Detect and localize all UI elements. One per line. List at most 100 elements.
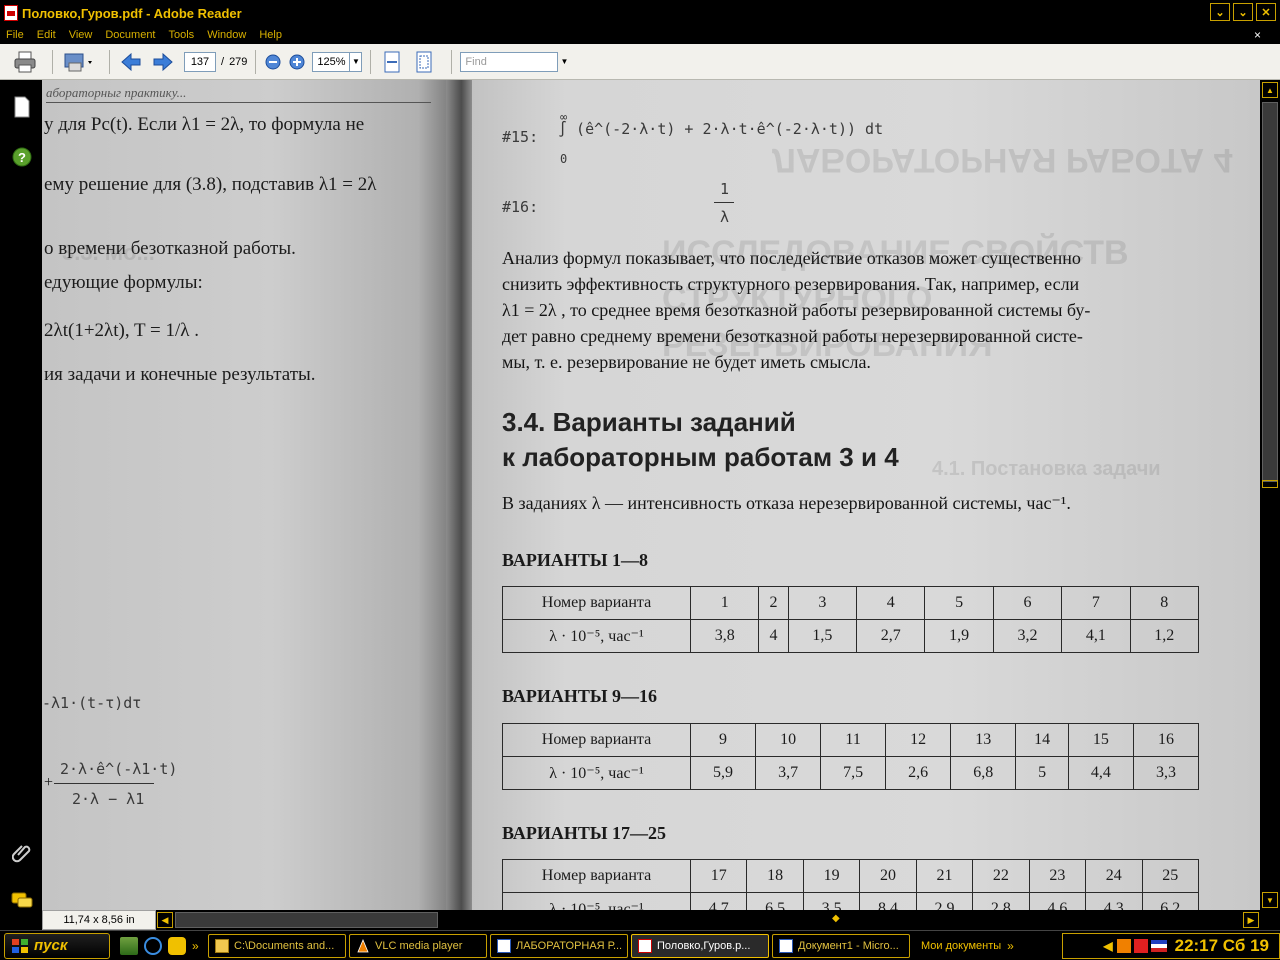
menu-bar: File Edit View Document Tools Window Hel… xyxy=(0,26,1280,44)
restore-button[interactable]: ⌄ xyxy=(1233,3,1253,21)
left-page: 3.3. Мо... абораторныг практику... у для… xyxy=(42,80,460,910)
page-header-fragment: абораторныг практику... xyxy=(46,85,187,100)
variants-9-16-table: Номер варианта 9 10 11 12 13 14 15 16 λ … xyxy=(502,723,1200,790)
paragraph-line: дет равно среднему времени безотказной р… xyxy=(502,326,1083,346)
table-row: λ · 10⁻⁵, час⁻¹ 4,7 6,5 3,5 8,4 2,9 2,8 … xyxy=(502,892,1199,910)
menu-file[interactable]: File xyxy=(6,29,24,41)
tray-arrow-icon[interactable]: ◀ xyxy=(1103,939,1112,953)
lambda-value: 5,9 xyxy=(689,756,757,790)
lambda-value: 4,1 xyxy=(1061,619,1131,653)
lambda-value: 4,4 xyxy=(1067,756,1134,790)
lambda-value: 4,3 xyxy=(1085,892,1143,910)
variant-number: 22 xyxy=(972,859,1030,893)
variant-number: 16 xyxy=(1132,723,1200,757)
task-label: C:\Documents and... xyxy=(234,939,335,952)
variant-number: 8 xyxy=(1129,586,1200,620)
menu-help[interactable]: Help xyxy=(259,29,282,41)
quick-launch-overflow-icon[interactable]: » xyxy=(192,939,199,953)
clock[interactable]: 22:17 Сб 19 xyxy=(1175,936,1269,956)
taskbar-button-vlc[interactable]: VLC media player xyxy=(349,933,487,958)
variant-number: 2 xyxy=(758,586,789,620)
fit-page-button[interactable] xyxy=(411,49,437,75)
start-label: пуск xyxy=(34,937,68,954)
close-button[interactable]: ✕ xyxy=(1256,3,1276,21)
zoom-out-button[interactable] xyxy=(264,49,282,75)
lambda-value: 6,5 xyxy=(746,892,804,910)
scroll-right-arrow-icon[interactable]: ▶ xyxy=(1243,912,1259,928)
table-row: λ · 10⁻⁵, час⁻¹ 3,8 4 1,5 2,7 1,9 3,2 4,… xyxy=(502,619,1200,653)
word-document-icon xyxy=(497,938,511,953)
next-page-button[interactable] xyxy=(150,49,176,75)
help-button[interactable]: ? xyxy=(11,146,33,168)
bleed-through-text: ЛАБОРАТОРНАЯ РАБОТА 4 xyxy=(772,141,1233,179)
previous-page-button[interactable] xyxy=(118,49,144,75)
toolbar-overflow-icon[interactable]: » xyxy=(1007,939,1014,953)
find-input[interactable]: Find xyxy=(460,51,559,72)
taskbar-button-explorer[interactable]: C:\Documents and... xyxy=(208,933,346,958)
bleed-through-text: 4.1. Постановка задачи xyxy=(932,458,1161,480)
zoom-level-select[interactable]: 125% xyxy=(312,51,351,72)
menu-edit[interactable]: Edit xyxy=(37,29,56,41)
internet-explorer-icon[interactable] xyxy=(144,936,162,955)
split-handle-icon[interactable]: ◆ xyxy=(832,913,840,924)
scroll-left-arrow-icon[interactable]: ◀ xyxy=(157,912,173,928)
menu-tools[interactable]: Tools xyxy=(169,29,195,41)
variant-number: 3 xyxy=(787,586,858,620)
minimize-button[interactable]: ⌄ xyxy=(1210,3,1230,21)
horizontal-scroll-thumb[interactable] xyxy=(175,912,438,928)
tray-media-icon[interactable] xyxy=(1116,939,1131,953)
paragraph-line: Анализ формул показывает, что последейст… xyxy=(502,248,1081,268)
my-documents-toolbar[interactable]: Мои документы xyxy=(921,940,1001,952)
navigation-pane: ? xyxy=(0,80,42,910)
show-desktop-icon[interactable] xyxy=(120,936,138,955)
scroll-thumb-grip[interactable] xyxy=(1262,480,1278,488)
menu-window[interactable]: Window xyxy=(207,29,246,41)
total-pages: 279 xyxy=(229,55,248,68)
taskbar-button-word-doc1[interactable]: Документ1 - Micro... xyxy=(772,933,910,958)
toolbar-separator xyxy=(451,49,453,74)
arrow-right-icon xyxy=(153,52,173,71)
close-document-icon[interactable]: × xyxy=(1254,28,1261,42)
zoom-in-button[interactable] xyxy=(288,49,306,75)
variant-number: 7 xyxy=(1061,586,1131,620)
scroll-down-arrow-icon[interactable]: ▼ xyxy=(1262,892,1278,908)
variant-number: 23 xyxy=(1028,859,1087,893)
page-number-input[interactable]: 137 xyxy=(184,51,216,72)
vertical-scrollbar[interactable]: ▲ ▼ xyxy=(1260,80,1280,910)
variant-number: 10 xyxy=(755,723,822,757)
taskbar-button-adobe-reader[interactable]: Половко,Гуров.р... xyxy=(631,933,769,958)
menu-document[interactable]: Document xyxy=(105,29,155,41)
lambda-value: 1,9 xyxy=(924,619,994,653)
app-launcher-icon[interactable] xyxy=(168,936,186,955)
paperclip-icon xyxy=(12,845,31,863)
scroll-up-arrow-icon[interactable]: ▲ xyxy=(1262,82,1278,98)
start-button[interactable]: пуск xyxy=(4,932,110,959)
row-label: Номер варианта xyxy=(502,859,691,893)
attachments-button[interactable] xyxy=(11,842,33,864)
taskbar-button-word-lab[interactable]: ЛАБОРАТОРНАЯ Р... xyxy=(490,933,628,958)
fit-width-button[interactable] xyxy=(379,49,405,75)
tray-antivirus-icon[interactable] xyxy=(1133,939,1148,953)
language-flag-icon[interactable] xyxy=(1150,940,1167,952)
right-page: ЛАБОРАТОРНАЯ РАБОТА 4 ИССЛЕДОВАНИЕ СВОЙС… xyxy=(472,80,1260,910)
comments-button[interactable] xyxy=(11,890,33,912)
quick-launch: » xyxy=(120,936,208,955)
lambda-value: 3,2 xyxy=(992,619,1063,653)
scroll-thumb[interactable] xyxy=(1262,102,1278,482)
lambda-value: 2,9 xyxy=(915,892,974,910)
variant-number: 21 xyxy=(915,859,974,893)
document-view[interactable]: 3.3. Мо... абораторныг практику... у для… xyxy=(42,80,1260,910)
pages-panel-button[interactable] xyxy=(11,96,33,118)
variant-number: 1 xyxy=(689,586,760,620)
find-dropdown-arrow-icon[interactable]: ▼ xyxy=(558,52,570,72)
zoom-dropdown-arrow-icon[interactable]: ▼ xyxy=(350,51,363,72)
variants-1-8-table: Номер варианта 1 2 3 4 5 6 7 8 λ · 10⁻⁵,… xyxy=(502,586,1200,653)
lambda-value: 3,5 xyxy=(802,892,861,910)
print-button[interactable] xyxy=(12,49,38,75)
paragraph-line: λ1 = 2λ , то среднее время безотказной р… xyxy=(502,300,1091,320)
email-button[interactable] xyxy=(61,49,95,75)
lambda-value: 1,2 xyxy=(1129,619,1200,653)
table-row: λ · 10⁻⁵, час⁻¹ 5,9 3,7 7,5 2,6 6,8 5 4,… xyxy=(502,756,1200,790)
menu-view[interactable]: View xyxy=(69,29,93,41)
section-heading-line-1: 3.4. Варианты заданий xyxy=(502,407,796,437)
